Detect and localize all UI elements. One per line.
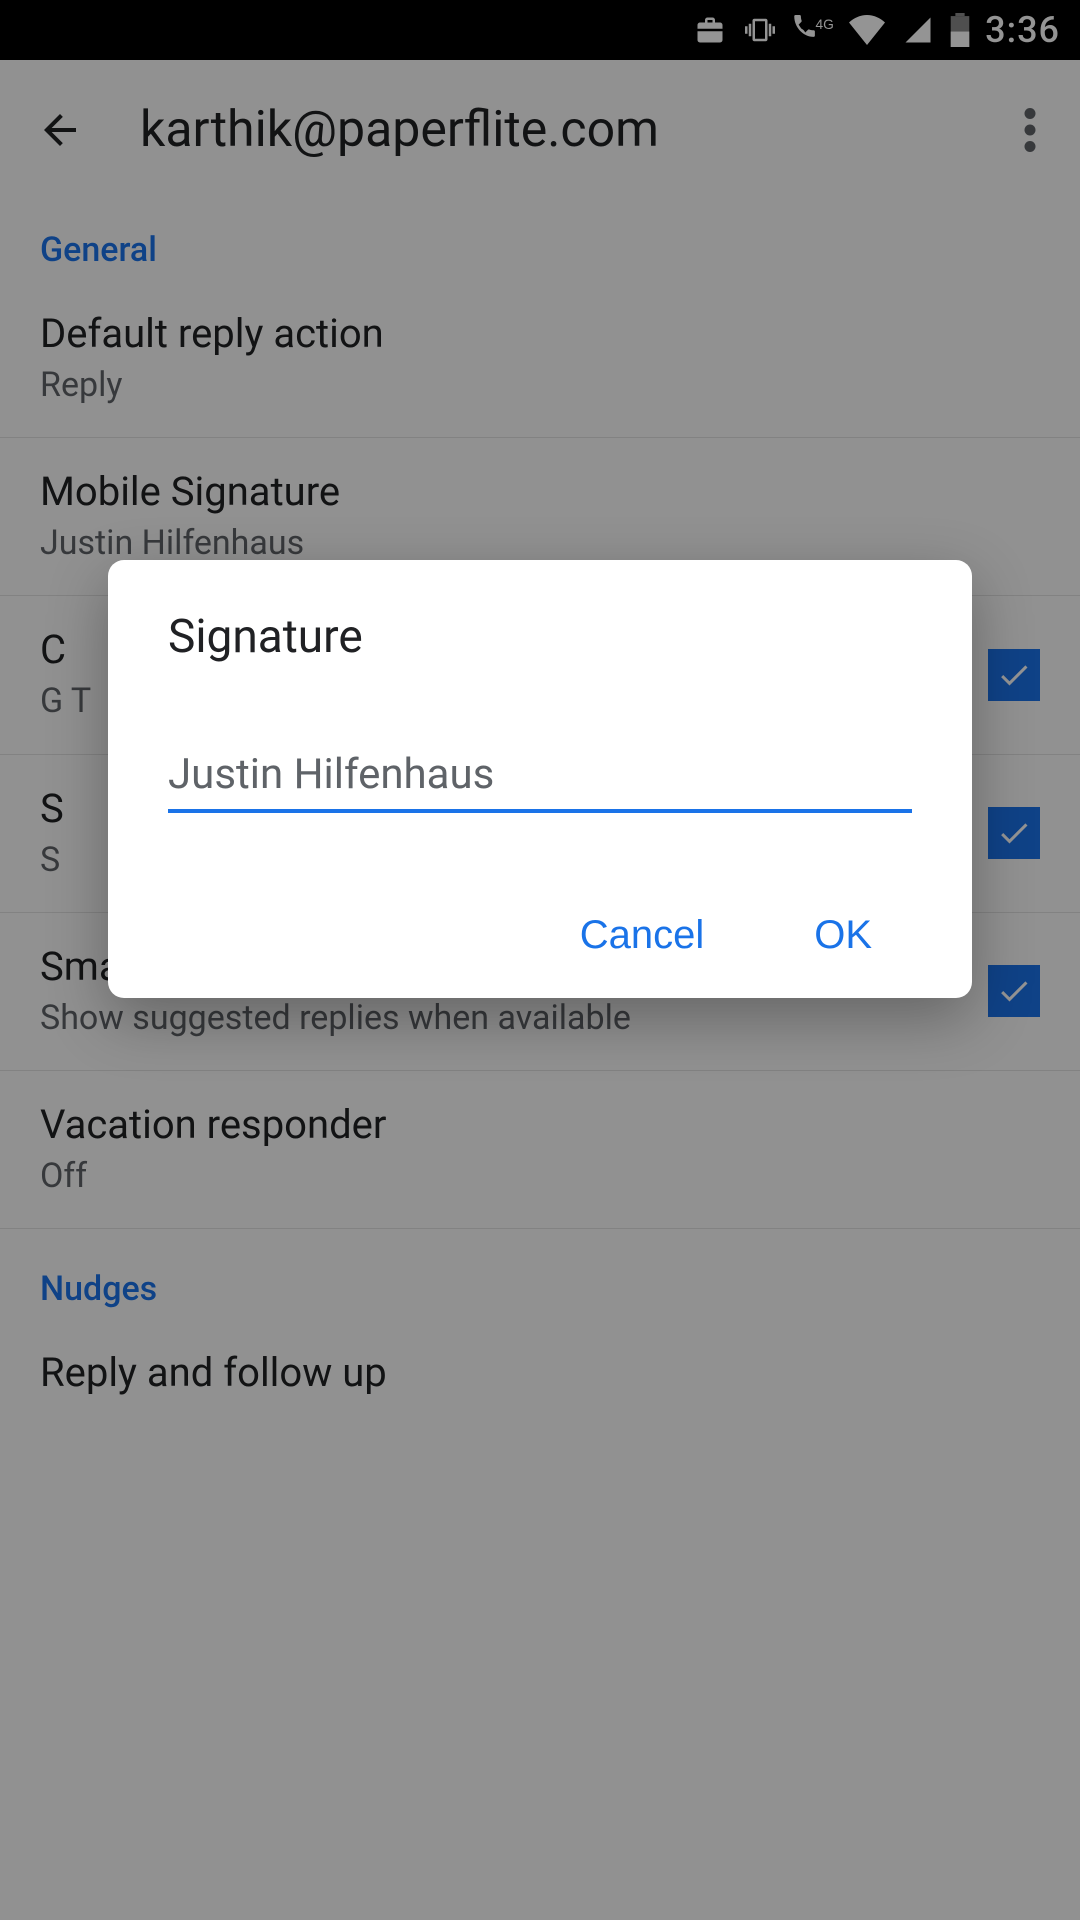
- dialog-actions: Cancel OK: [168, 913, 912, 958]
- dialog-title: Signature: [168, 610, 912, 664]
- signature-input[interactable]: [168, 744, 912, 813]
- dialog-scrim[interactable]: Signature Cancel OK: [0, 0, 1080, 1920]
- cancel-button[interactable]: Cancel: [580, 913, 705, 958]
- ok-button[interactable]: OK: [814, 913, 872, 958]
- signature-dialog: Signature Cancel OK: [108, 560, 972, 998]
